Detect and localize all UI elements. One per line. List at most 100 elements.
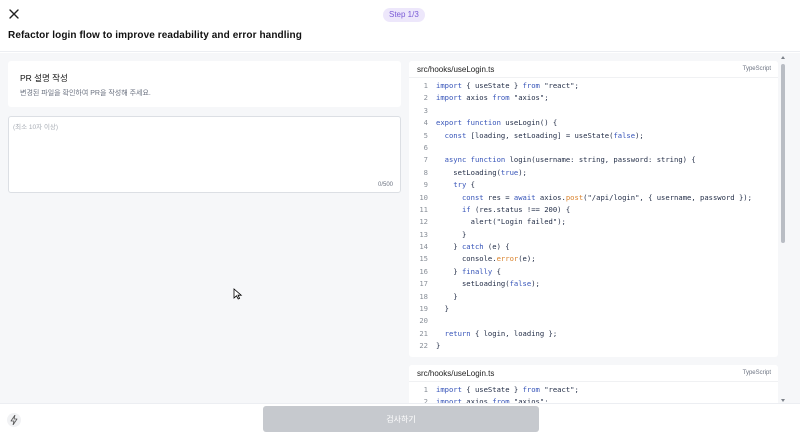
page-title: Refactor login flow to improve readabili… <box>8 30 302 41</box>
code-line: 22} <box>409 340 778 352</box>
code-line: 11 if (res.status !== 200) { <box>409 204 778 216</box>
line-code: } <box>436 304 449 314</box>
line-number: 16 <box>419 266 428 276</box>
line-number: 20 <box>419 316 428 326</box>
code-filename: src/hooks/useLogin.ts <box>417 65 495 74</box>
line-number: 3 <box>423 105 428 115</box>
code-line: 5 const [loading, setLoading] = useState… <box>409 130 778 142</box>
line-code: import axios from "axios"; <box>436 397 549 403</box>
line-code: const res = await axios.post("/api/login… <box>461 192 752 202</box>
code-file-header: src/hooks/useLogin.ts TypeScript <box>409 365 778 382</box>
line-code: try { <box>453 180 475 190</box>
scrollbar-thumb[interactable] <box>781 64 785 243</box>
line-number: 11 <box>419 204 428 214</box>
code-line: 1 import { useState } from "react"; <box>409 80 778 92</box>
code-line: 9 try { <box>409 179 778 191</box>
mouse-cursor-icon <box>233 287 243 300</box>
code-line: 3 <box>409 105 778 117</box>
line-code: } finally { <box>436 266 501 276</box>
line-number: 18 <box>419 291 428 301</box>
code-line: 8 setLoading(true); <box>409 167 778 179</box>
top-bar: Step 1/3 Refactor login flow to improve … <box>0 0 800 52</box>
code-line: 21 return { login, loading }; <box>409 328 778 340</box>
code-line: 2 import axios from "axios"; <box>409 396 778 403</box>
scroll-down-arrow-icon[interactable] <box>781 399 785 402</box>
line-number: 2 <box>423 397 428 403</box>
line-number: 8 <box>423 167 428 177</box>
bottom-bar: 검사하기 <box>0 403 800 433</box>
code-filename: src/hooks/useLogin.ts <box>417 369 495 378</box>
line-number: 2 <box>423 93 428 103</box>
line-code: setLoading(true); <box>436 167 527 177</box>
line-number: 21 <box>419 328 428 338</box>
line-code: export function useLogin() { <box>436 118 558 128</box>
code-line: 1 import { useState } from "react"; <box>409 384 778 396</box>
line-code: } <box>436 341 441 351</box>
code-body: 1 import { useState } from "react"; 2 impor… <box>409 78 778 353</box>
pr-description-box: 0/500 <box>8 116 401 193</box>
code-line: 10 const res = await axios.post("/api/lo… <box>409 192 778 204</box>
line-number: 22 <box>419 341 428 351</box>
line-code: import { useState } from "react"; <box>436 81 579 90</box>
code-language: TypeScript <box>742 66 771 72</box>
code-line: 2 import axios from "axios"; <box>409 92 778 104</box>
code-line: 4 export function useLogin() { <box>409 117 778 129</box>
step-badge: Step 1/3 <box>383 8 425 22</box>
code-line: 17 setLoading(false); <box>409 278 778 290</box>
code-file-header: src/hooks/useLogin.ts TypeScript <box>409 61 778 78</box>
line-number: 13 <box>419 229 428 239</box>
line-code: setLoading(false); <box>436 279 540 289</box>
code-pane[interactable]: src/hooks/useLogin.ts TypeScript 1 import… <box>406 53 800 403</box>
line-number: 1 <box>423 81 428 90</box>
line-number: 5 <box>423 130 428 140</box>
line-number: 1 <box>423 385 428 394</box>
char-count: 0/500 <box>377 182 393 188</box>
line-number: 10 <box>419 192 428 202</box>
code-line: 12 alert("Login failed"); <box>409 216 778 228</box>
scroll-up-arrow-icon[interactable] <box>781 56 785 59</box>
code-language: TypeScript <box>742 370 771 376</box>
line-number: 17 <box>419 279 428 289</box>
code-body: 1 import { useState } from "react"; 2 impor… <box>409 382 778 403</box>
code-line: 16 } finally { <box>409 266 778 278</box>
code-file-card: src/hooks/useLogin.ts TypeScript 1 import… <box>409 61 778 357</box>
code-line: 6 <box>409 142 778 154</box>
line-number: 14 <box>419 242 428 252</box>
code-line: 18 } <box>409 291 778 303</box>
line-code: } <box>436 229 467 239</box>
line-number: 7 <box>423 155 428 165</box>
code-line: 20 <box>409 315 778 327</box>
line-code: } catch (e) { <box>436 242 510 252</box>
line-number: 9 <box>423 180 428 190</box>
left-pane: PR 설명 작성 변경된 파일을 확인하여 PR을 작성해 주세요. 0/500 <box>0 53 406 403</box>
line-code: async function login(username: string, p… <box>444 155 696 165</box>
submit-button[interactable]: 검사하기 <box>263 406 539 432</box>
pr-card-title: PR 설명 작성 <box>20 73 68 83</box>
line-code: const [loading, setLoading] = useState(f… <box>444 130 644 140</box>
line-number: 4 <box>423 118 428 128</box>
line-code: import axios from "axios"; <box>436 93 549 103</box>
code-line: 13 } <box>409 229 778 241</box>
code-line: 15 console.error(e); <box>409 253 778 265</box>
code-line: 19 } <box>409 303 778 315</box>
bolt-icon[interactable] <box>7 413 21 427</box>
pr-description-input[interactable] <box>13 121 396 179</box>
line-code: import { useState } from "react"; <box>436 385 579 394</box>
line-number: 19 <box>419 304 428 314</box>
line-number: 6 <box>423 142 428 152</box>
line-code: alert("Login failed"); <box>436 217 566 227</box>
pr-card-description: 변경된 파일을 확인하여 PR을 작성해 주세요. <box>20 90 151 97</box>
code-line: 14 } catch (e) { <box>409 241 778 253</box>
line-code: console.error(e); <box>436 254 536 264</box>
line-code: if (res.status !== 200) { <box>461 204 571 214</box>
code-line: 7 async function login(username: string,… <box>409 154 778 166</box>
line-code: return { login, loading }; <box>444 328 558 338</box>
pr-description-card: PR 설명 작성 변경된 파일을 확인하여 PR을 작성해 주세요. <box>8 61 401 107</box>
line-code: } <box>436 291 458 301</box>
scrollbar[interactable] <box>780 56 786 405</box>
line-number: 15 <box>419 254 428 264</box>
close-icon[interactable] <box>7 7 21 21</box>
